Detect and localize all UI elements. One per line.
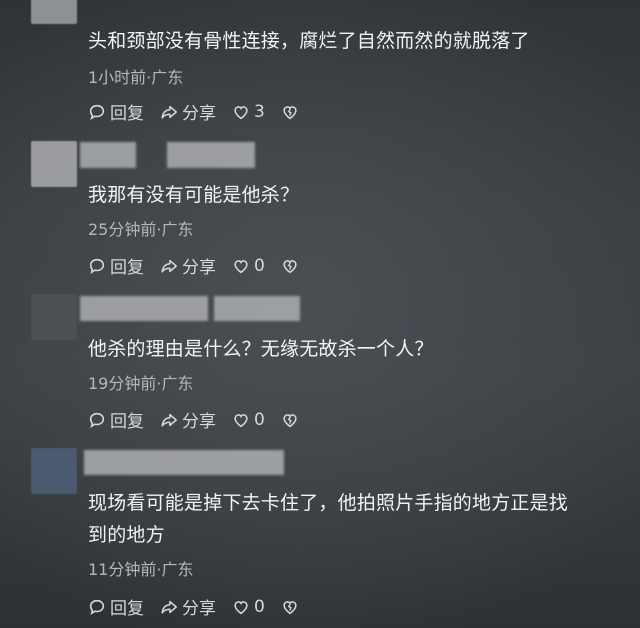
dislike-button[interactable] <box>281 257 299 275</box>
comment-actions: 回复 分享 0 <box>88 253 315 278</box>
comment-meta: 1小时前·广东 <box>88 68 184 87</box>
reply-button[interactable]: 回复 <box>88 99 144 124</box>
reply-bubble-icon <box>89 412 105 428</box>
reply-button[interactable]: 回复 <box>88 594 144 619</box>
avatar[interactable] <box>31 0 77 24</box>
comment-text: 头和颈部没有骨性连接，腐烂了自然而然的就脱落了 <box>88 30 530 52</box>
comment-text-line-2: 到的地方 <box>88 524 165 546</box>
share-label: 分享 <box>182 104 216 124</box>
username-blurred <box>80 142 136 168</box>
heart-icon <box>234 600 248 614</box>
heart-icon <box>234 105 248 119</box>
avatar[interactable] <box>31 448 77 494</box>
reply-button[interactable]: 回复 <box>88 407 144 432</box>
reply-button[interactable]: 回复 <box>88 253 144 278</box>
share-button[interactable]: 分享 <box>160 407 216 432</box>
reply-bubble-icon <box>89 258 105 274</box>
username-blurred <box>167 142 255 168</box>
like-count: 0 <box>254 255 265 276</box>
reply-label: 回复 <box>110 104 144 124</box>
like-count: 0 <box>254 596 265 617</box>
like-count: 3 <box>254 101 265 122</box>
broken-heart-icon <box>283 105 297 119</box>
share-arrow-icon <box>161 105 177 119</box>
reply-label: 回复 <box>110 412 144 432</box>
reply-bubble-icon <box>89 104 105 120</box>
share-button[interactable]: 分享 <box>160 253 216 278</box>
share-arrow-icon <box>161 413 177 427</box>
share-label: 分享 <box>182 599 216 619</box>
like-button[interactable]: 0 <box>232 256 265 276</box>
comment-text-line-1: 现场看可能是掉下去卡住了，他拍照片手指的地方正是找 <box>88 492 569 514</box>
comment-meta: 11分钟前·广东 <box>88 560 194 579</box>
reply-label: 回复 <box>110 599 144 619</box>
username-blurred <box>80 296 208 321</box>
comment-actions: 回复 分享 3 <box>88 99 315 124</box>
like-button[interactable]: 3 <box>232 102 265 122</box>
like-button[interactable]: 0 <box>232 410 265 430</box>
comment-meta: 19分钟前·广东 <box>88 374 194 393</box>
share-arrow-icon <box>161 600 177 614</box>
comment-text: 我那有没有可能是他杀？ <box>88 184 300 206</box>
dislike-button[interactable] <box>281 598 299 616</box>
share-arrow-icon <box>161 259 177 273</box>
dislike-button[interactable] <box>281 411 299 429</box>
share-button[interactable]: 分享 <box>160 594 216 619</box>
comment-meta: 25分钟前·广东 <box>88 220 194 239</box>
like-count: 0 <box>254 409 265 430</box>
username-blurred <box>84 450 284 475</box>
reply-bubble-icon <box>89 599 105 615</box>
heart-icon <box>234 259 248 273</box>
comment-text: 他杀的理由是什么？无缘无故杀一个人？ <box>88 338 434 360</box>
share-button[interactable]: 分享 <box>160 99 216 124</box>
share-label: 分享 <box>182 258 216 278</box>
broken-heart-icon <box>283 259 297 273</box>
like-button[interactable]: 0 <box>232 597 265 617</box>
broken-heart-icon <box>283 600 297 614</box>
avatar[interactable] <box>31 294 77 340</box>
heart-icon <box>234 413 248 427</box>
dislike-button[interactable] <box>281 103 299 121</box>
reply-label: 回复 <box>110 258 144 278</box>
share-label: 分享 <box>182 412 216 432</box>
comment-actions: 回复 分享 0 <box>88 407 315 432</box>
username-blurred <box>214 296 300 321</box>
broken-heart-icon <box>283 413 297 427</box>
comment-actions: 回复 分享 0 <box>88 594 315 619</box>
avatar[interactable] <box>31 141 77 187</box>
